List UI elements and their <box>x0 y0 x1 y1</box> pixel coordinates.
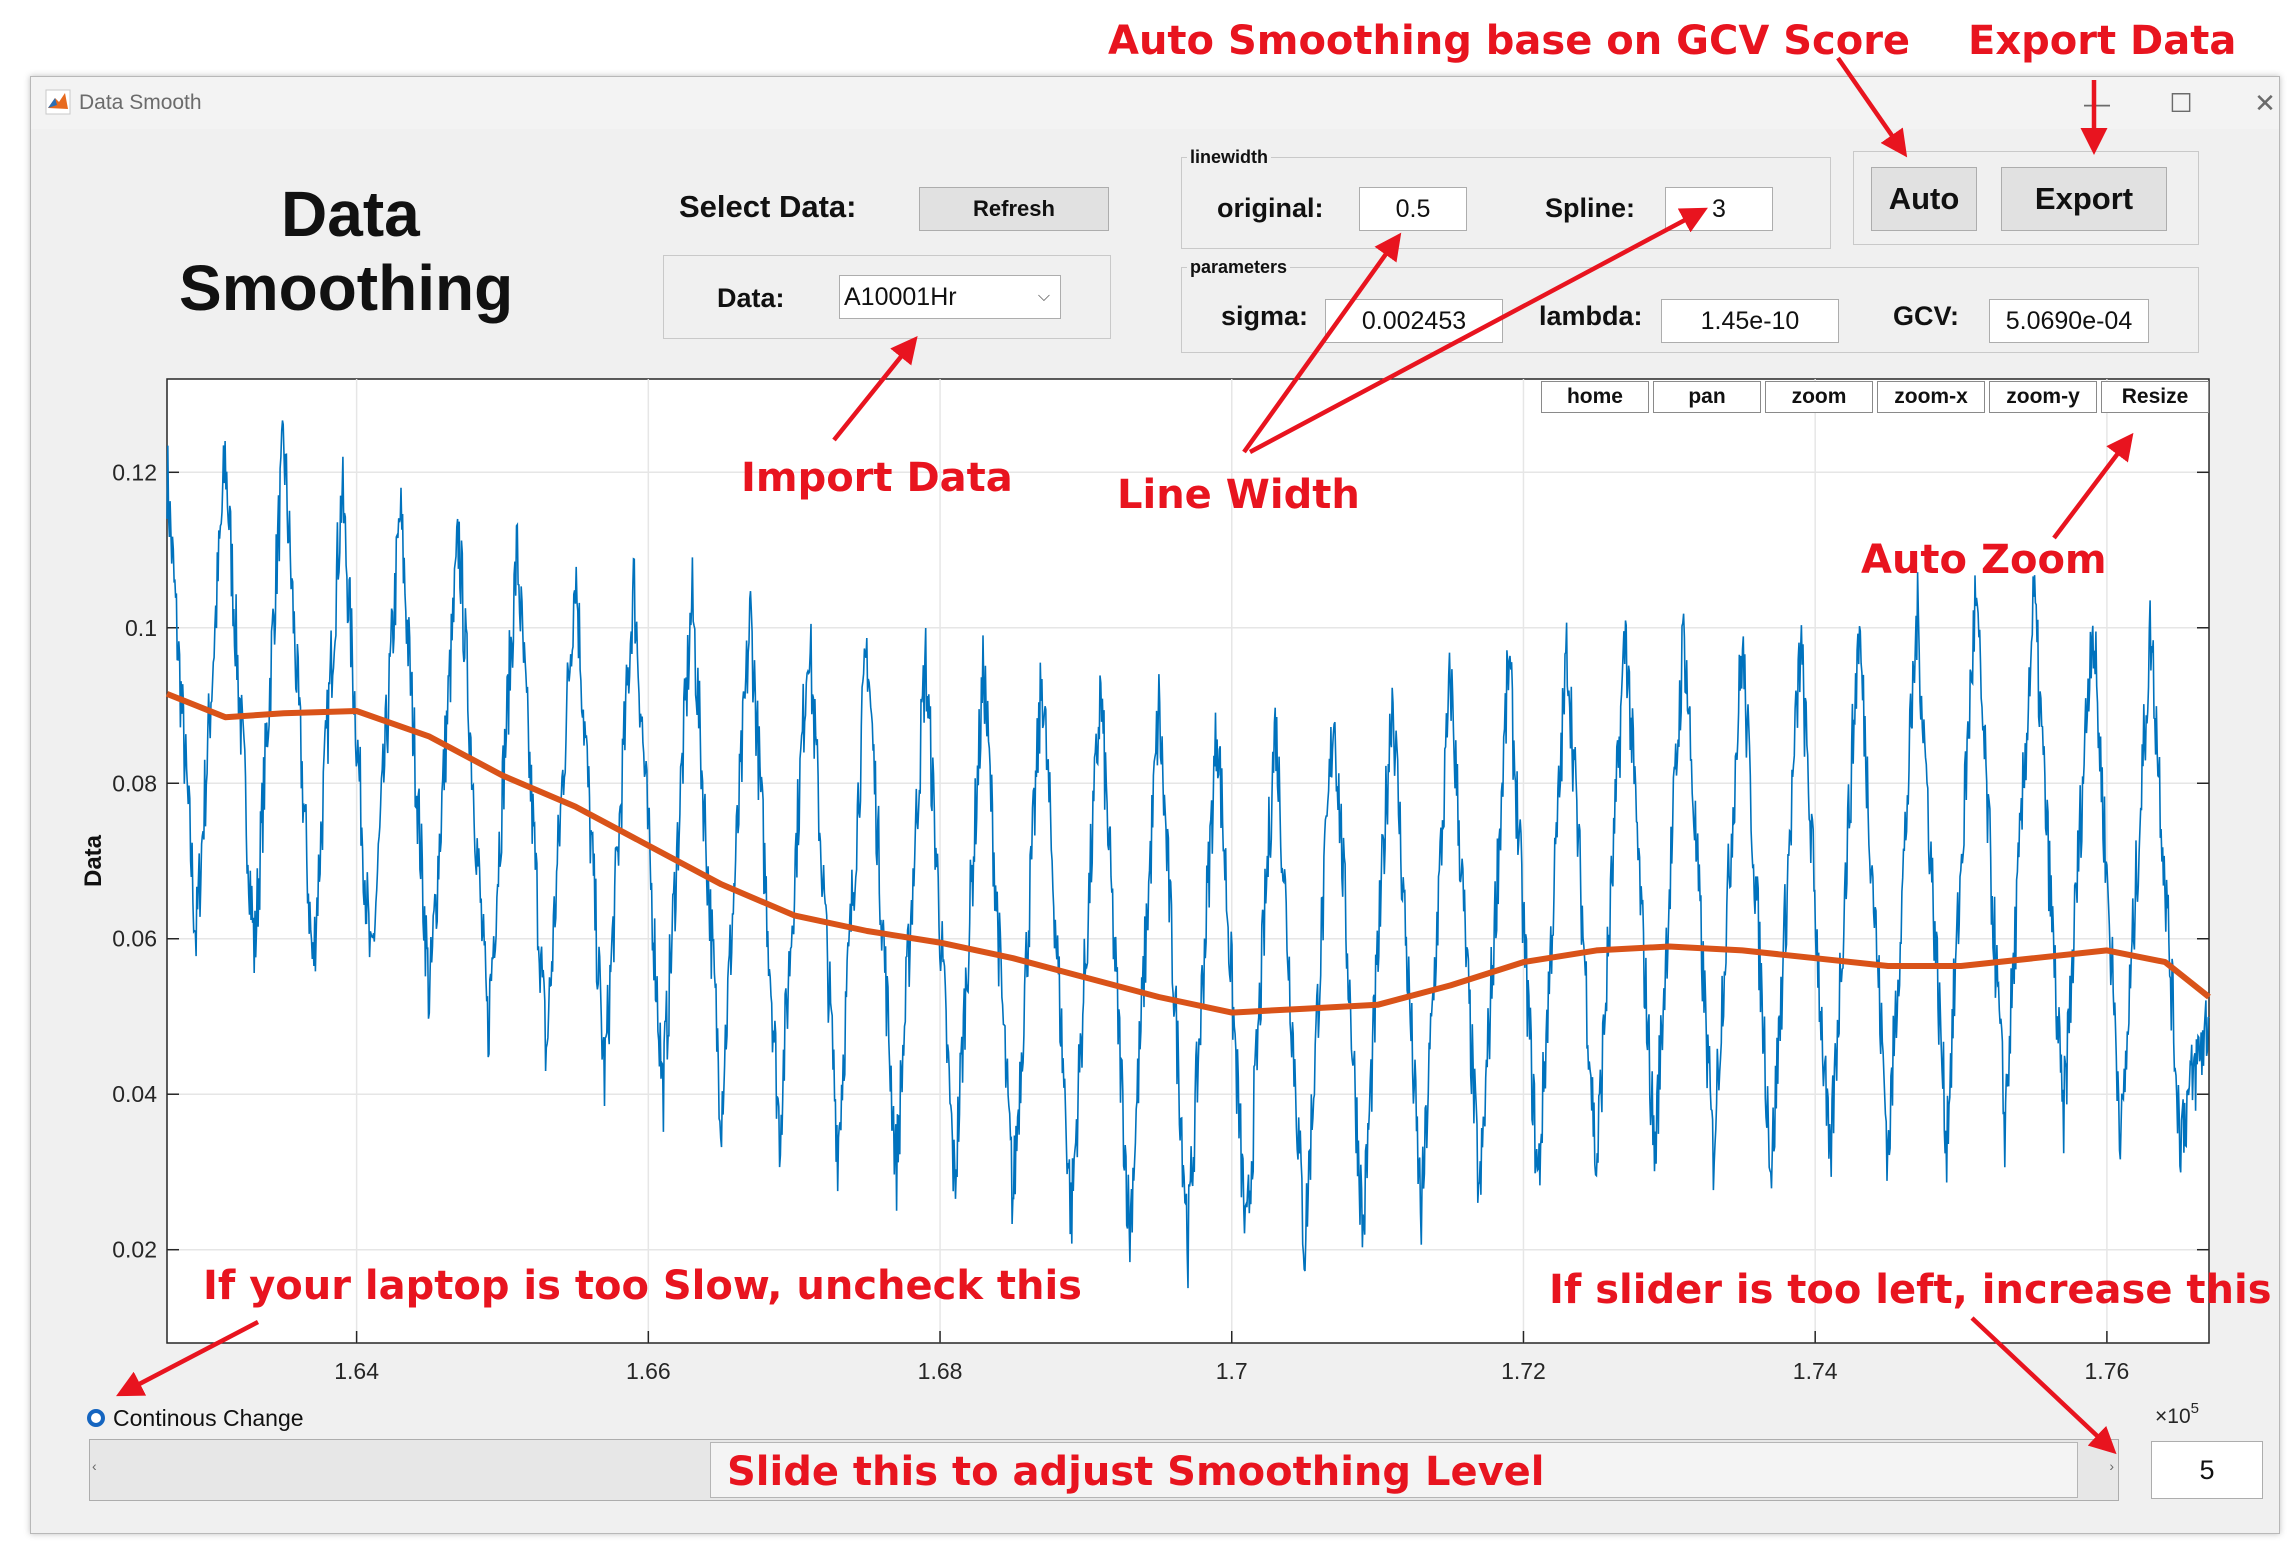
y-tick-label: 0.12 <box>112 459 157 485</box>
annotation-slide-adjust: Slide this to adjust Smoothing Level <box>727 1449 1545 1495</box>
x-axis-multiplier-exponent: 5 <box>2191 1400 2199 1417</box>
toolbar-pan-button[interactable]: pan <box>1653 381 1761 413</box>
toolbar-zoom-y-button[interactable]: zoom-y <box>1989 381 2097 413</box>
matlab-icon <box>45 89 71 115</box>
lambda-label: lambda: <box>1539 301 1643 331</box>
y-tick-label: 0.1 <box>125 615 157 641</box>
continuous-change-label: Continous Change <box>113 1405 304 1431</box>
window-title: Data Smooth <box>79 91 202 114</box>
chevron-down-icon: ⌵ <box>1037 288 1050 305</box>
y-tick-label: 0.02 <box>112 1237 157 1263</box>
toolbar-zoom-button[interactable]: zoom <box>1765 381 1873 413</box>
annotation-auto-zoom: Auto Zoom <box>1861 537 2107 583</box>
auto-button[interactable]: Auto <box>1871 167 1977 231</box>
axes-box <box>166 378 2210 1344</box>
sigma-input[interactable]: 0.002453 <box>1325 299 1503 343</box>
spline-linewidth-input[interactable]: 3 <box>1665 187 1773 231</box>
export-button[interactable]: Export <box>2001 167 2167 231</box>
data-label: Data: <box>717 283 785 313</box>
y-tick-label: 0.06 <box>112 926 157 952</box>
slider-right-arrow-icon[interactable]: › <box>2109 1458 2114 1474</box>
sigma-label: sigma: <box>1221 301 1309 331</box>
title-bar: Data Smooth — ☐ ✕ <box>31 77 2279 129</box>
annotation-import-data: Import Data <box>741 455 1013 501</box>
annotation-line-width: Line Width <box>1117 472 1360 518</box>
x-tick-label: 1.68 <box>918 1358 963 1384</box>
spline-line <box>165 691 2211 1016</box>
toolbar-home-button[interactable]: home <box>1541 381 1649 413</box>
annotation-laptop-slow: If your laptop is too Slow, uncheck this <box>203 1263 1082 1309</box>
refresh-button[interactable]: Refresh <box>919 187 1109 231</box>
annotation-auto-smoothing: Auto Smoothing base on GCV Score <box>1108 18 1911 64</box>
annotation-export-data: Export Data <box>1968 18 2237 64</box>
plot-toolbar: home pan zoom zoom-x zoom-y Resize <box>1541 377 2241 421</box>
smoothing-level-input[interactable]: 5 <box>2151 1441 2263 1499</box>
maximize-button[interactable]: ☐ <box>2151 85 2211 121</box>
x-tick-label: 1.74 <box>1793 1358 1838 1384</box>
data-dropdown[interactable]: A10001Hr ⌵ <box>839 275 1061 319</box>
x-axis-multiplier: ×105 <box>2155 1400 2199 1428</box>
annotation-slider-left: If slider is too left, increase this <box>1549 1267 2272 1313</box>
spline-label: Spline: <box>1545 193 1636 223</box>
y-tick-label: 0.04 <box>112 1081 157 1107</box>
x-tick-label: 1.76 <box>2085 1358 2130 1384</box>
linewidth-panel-title: linewidth <box>1187 147 1271 168</box>
app-title-line2: Smoothing <box>179 252 514 324</box>
lambda-input[interactable]: 1.45e-10 <box>1661 299 1839 343</box>
data-dropdown-value: A10001Hr <box>844 283 957 311</box>
select-data-label: Select Data: <box>679 189 857 224</box>
x-tick-label: 1.72 <box>1501 1358 1546 1384</box>
toolbar-zoom-x-button[interactable]: zoom-x <box>1877 381 1985 413</box>
original-label: original: <box>1217 193 1324 223</box>
x-tick-label: 1.64 <box>334 1358 379 1384</box>
x-tick-label: 1.7 <box>1216 1358 1248 1384</box>
gcv-output: 5.0690e-04 <box>1989 299 2149 343</box>
toolbar-resize-button[interactable]: Resize <box>2101 381 2209 413</box>
gcv-label: GCV: <box>1893 301 1960 331</box>
y-tick-label: 0.08 <box>112 770 157 796</box>
slider-left-arrow-icon[interactable]: ‹ <box>92 1458 97 1474</box>
y-axis-label: Data <box>80 834 107 887</box>
close-button[interactable]: ✕ <box>2235 85 2295 121</box>
app-window: Data Smooth — ☐ ✕ Data Smoothing Select … <box>30 76 2280 1534</box>
x-tick-label: 1.66 <box>626 1358 671 1384</box>
app-title-line1: Data <box>281 178 420 250</box>
parameters-panel-title: parameters <box>1187 257 1291 278</box>
minimize-button[interactable]: — <box>2067 85 2127 121</box>
original-linewidth-input[interactable]: 0.5 <box>1359 187 1467 231</box>
radio-button-icon <box>87 1409 105 1427</box>
